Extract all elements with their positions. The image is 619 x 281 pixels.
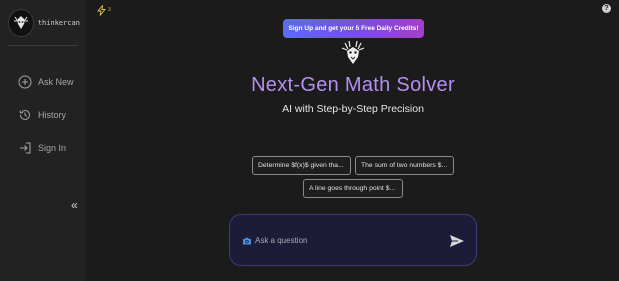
credits-indicator[interactable]: 3 [97,4,111,16]
sidebar-item-sign-in[interactable]: Sign In [18,140,66,156]
mascot-logo-icon [341,40,365,64]
page-subtitle: AI with Step-by-Step Precision [282,103,424,115]
collapse-sidebar-icon[interactable]: « [71,199,83,211]
question-box [229,214,477,266]
help-icon[interactable]: ? [602,4,611,13]
signup-button[interactable]: Sign Up and get your 5 Free Daily Credit… [283,19,424,38]
sidebar-item-label: Ask New [38,77,74,87]
suggestion-chip[interactable]: A line goes through point $... [303,179,403,198]
sidebar-item-history[interactable]: History [18,107,66,123]
page-title: Next-Gen Math Solver [251,74,455,96]
sidebar-item-label: History [38,110,67,120]
sign-in-icon [20,142,31,154]
sidebar-item-ask-new[interactable]: Ask New [18,74,74,90]
brand-name: thinkercan [37,19,80,27]
suggestion-chip[interactable]: Determine $f(x)$ given tha... [252,156,351,175]
sidebar-divider [8,45,78,46]
suggestion-chip[interactable]: The sum of two numbers $... [355,156,454,175]
credits-count: 3 [108,7,111,13]
lightning-icon [97,4,106,16]
camera-icon[interactable] [242,236,252,246]
brand[interactable]: thinkercan [8,8,80,38]
question-input[interactable] [255,233,435,247]
brand-logo-icon [8,9,34,37]
send-icon[interactable] [449,234,465,248]
sidebar-item-label: Sign In [38,143,67,153]
plus-circle-icon [18,75,32,89]
history-icon [19,109,30,120]
sidebar: thinkercan Ask New History Sign In « [0,0,86,281]
